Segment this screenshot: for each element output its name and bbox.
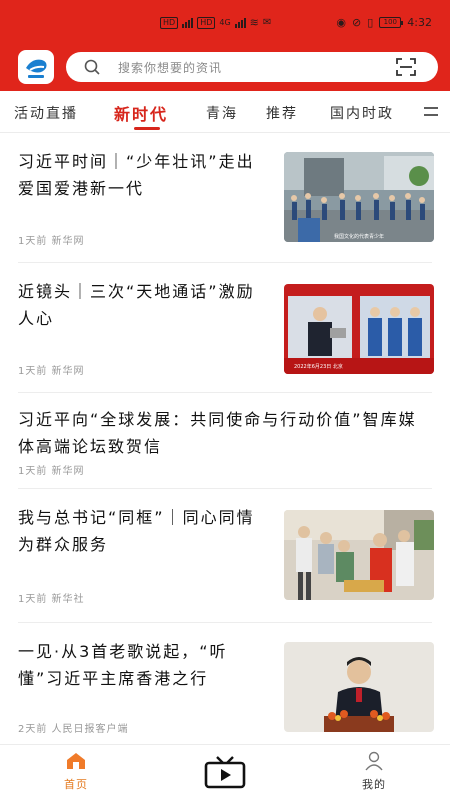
tab-live[interactable]: 活动直播 (14, 103, 78, 123)
news-thumbnail: 我国文化的代表青少年 (284, 152, 434, 242)
divider (18, 622, 432, 623)
news-meta: 1天前 新华社 (18, 594, 85, 605)
alarm-icon: ⊘ (352, 16, 362, 29)
news-item[interactable]: 一见·从3首老歌说起，“听懂”习近平主席香港之行 2天前 人民日报客户端 (0, 624, 450, 744)
news-meta: 1天前 新华网 (18, 366, 85, 377)
message-icon: ✉ (262, 17, 272, 28)
user-icon (365, 751, 383, 771)
battery-icon: 100 (379, 17, 404, 28)
divider (18, 488, 432, 489)
battery-level: 100 (383, 18, 397, 26)
news-title: 习近平时间｜“少年壮讯”走出爱国爱港新一代 (18, 152, 255, 198)
nav-home[interactable]: 首页 (56, 751, 96, 792)
tab-new-era[interactable]: 新时代 (114, 101, 168, 125)
news-thumbnail (284, 642, 434, 732)
tab-domestic-politics[interactable]: 国内时政 (330, 103, 394, 123)
nav-profile-label: 我的 (362, 778, 386, 791)
search-bar[interactable]: 搜索你想要的资讯 (66, 52, 438, 82)
app-header: HD HD 4G ≋ ✉ ◉ ⊘ ▯ 100 4:32 搜索你想要的资讯 (0, 0, 450, 91)
app-logo[interactable] (18, 50, 54, 84)
sim2-badge: HD (197, 16, 216, 29)
astronaut-photo: 2022年6月23日 北京 (284, 284, 434, 374)
news-thumbnail (284, 510, 434, 600)
search-icon (84, 59, 100, 75)
eye-icon: ◉ (336, 16, 347, 29)
news-item[interactable]: 习近平时间｜“少年壮讯”走出爱国爱港新一代 1天前 新华网 我国文化的代表青少年 (0, 134, 450, 264)
network-label: 4G (219, 18, 231, 27)
home-icon (67, 753, 85, 769)
sim1-badge: HD (160, 16, 179, 29)
status-left: HD HD 4G ≋ ✉ (160, 16, 271, 29)
divider (18, 392, 432, 393)
news-item[interactable]: 我与总书记“同框”｜同心同情为群众服务 1天前 新华社 (0, 490, 450, 620)
news-title: 近镜头｜三次“天地通话”激励人心 (18, 282, 255, 328)
news-title: 一见·从3首老歌说起，“听懂”习近平主席香港之行 (18, 642, 228, 688)
category-tabs: 活动直播 新时代 青海 推荐 国内时政 (0, 91, 450, 133)
nav-video[interactable] (202, 755, 248, 792)
nav-profile[interactable]: 我的 (354, 751, 394, 792)
divider (18, 262, 432, 263)
status-bar: HD HD 4G ≋ ✉ ◉ ⊘ ▯ 100 4:32 (0, 14, 450, 38)
news-title: 习近平向“全球发展：共同使命与行动价值”智库媒体高端论坛致贺信 (18, 410, 417, 456)
status-right: ◉ ⊘ ▯ 100 4:32 (336, 16, 432, 29)
tab-qinghai[interactable]: 青海 (206, 103, 238, 123)
vibrate-icon: ▯ (367, 16, 374, 29)
nav-home-label: 首页 (64, 778, 88, 791)
news-meta: 1天前 新华网 (18, 466, 85, 477)
wifi-icon: ≋ (249, 16, 259, 29)
students-photo: 我国文化的代表青少年 (284, 152, 434, 242)
photo-caption: 我国文化的代表青少年 (334, 233, 384, 240)
scan-icon[interactable] (396, 58, 416, 76)
bottom-nav: 首页 我的 (0, 744, 450, 800)
active-tab-indicator (134, 127, 160, 130)
volunteers-photo (284, 510, 434, 600)
clock: 4:32 (407, 16, 432, 29)
news-thumbnail: 2022年6月23日 北京 (284, 284, 434, 374)
news-item[interactable]: 习近平向“全球发展：共同使命与行动价值”智库媒体高端论坛致贺信 1天前 新华网 (0, 394, 450, 486)
logo-icon (26, 59, 47, 78)
tv-icon (204, 756, 246, 789)
signal2-icon (234, 17, 246, 28)
photo-caption: 2022年6月23日 北京 (294, 363, 343, 370)
signal-icon (182, 17, 194, 28)
speech-photo (284, 642, 434, 732)
news-meta: 2天前 人民日报客户端 (18, 724, 129, 735)
news-title: 我与总书记“同框”｜同心同情为群众服务 (18, 508, 255, 554)
news-meta: 1天前 新华网 (18, 236, 85, 247)
news-item[interactable]: 近镜头｜三次“天地通话”激励人心 1天前 新华网 2022年6月23日 北京 (0, 264, 450, 394)
menu-icon[interactable] (424, 107, 438, 117)
tab-recommend[interactable]: 推荐 (266, 103, 298, 123)
search-placeholder: 搜索你想要的资讯 (118, 61, 223, 75)
